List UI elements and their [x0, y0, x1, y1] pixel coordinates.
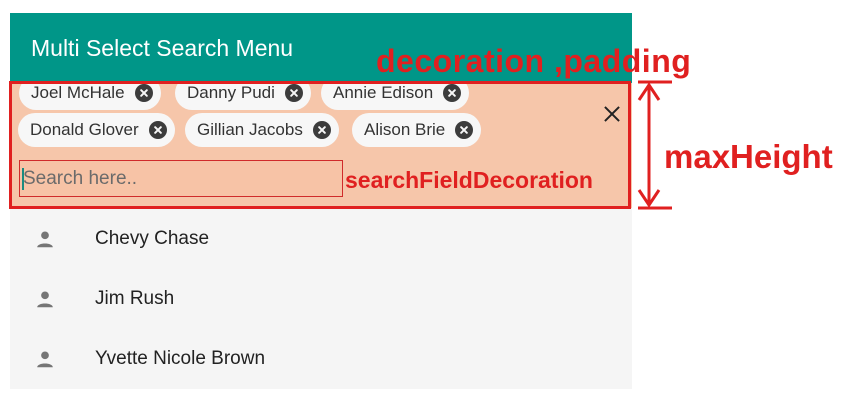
person-icon — [37, 291, 53, 308]
annotation-search-field-decoration: searchFieldDecoration — [345, 167, 593, 193]
app-title: Multi Select Search Menu — [31, 34, 294, 61]
person-icon — [37, 231, 53, 248]
list-item[interactable]: Chevy Chase — [10, 209, 632, 269]
list-item-label: Chevy Chase — [95, 228, 210, 249]
person-icon — [37, 351, 53, 368]
list-item-label: Yvette Nicole Brown — [95, 348, 266, 369]
annotation-max-height: maxHeight — [664, 138, 833, 175]
list-item[interactable]: Jim Rush — [10, 269, 632, 329]
max-height-arrow — [637, 80, 672, 210]
list-item-label: Jim Rush — [95, 288, 175, 309]
list-item[interactable]: Yvette Nicole Brown — [10, 329, 632, 389]
annotation-decoration-padding: decoration ,padding — [376, 43, 692, 79]
